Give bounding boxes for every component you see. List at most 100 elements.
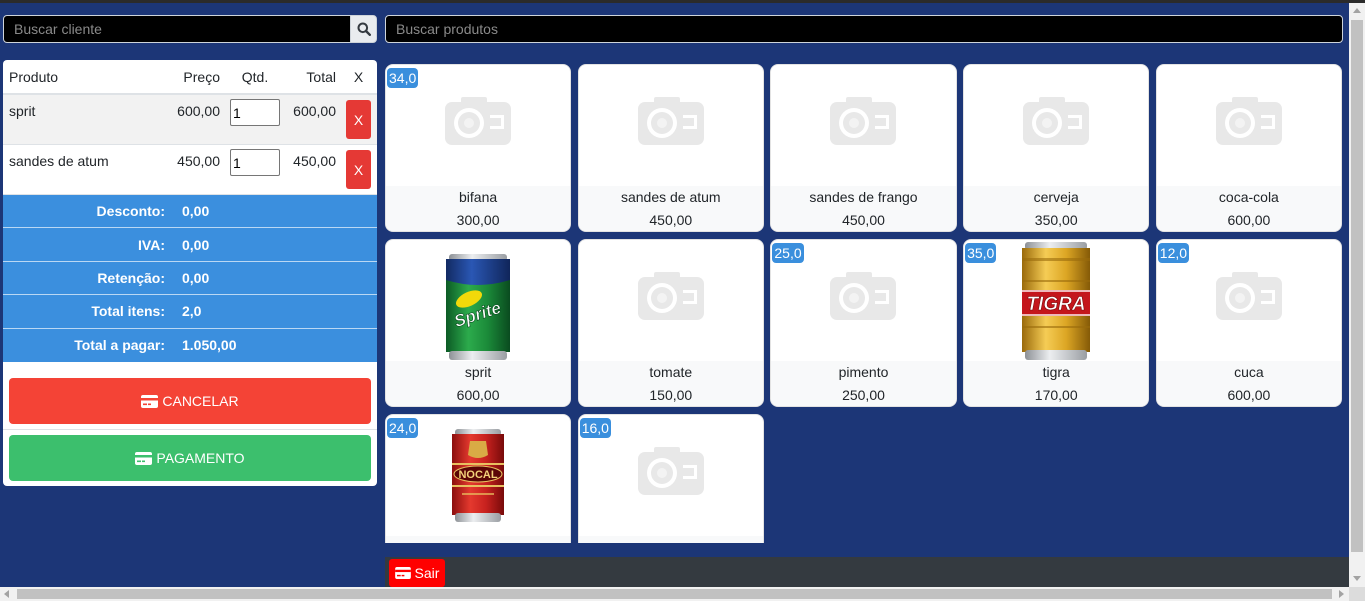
product-name: coca-cola [1218, 189, 1279, 205]
product-card[interactable]: pimento 250,00 25,0 [770, 239, 957, 407]
vertical-scroll-thumb[interactable] [1351, 20, 1363, 552]
product-price: 450,00 [842, 212, 885, 228]
horizontal-scrollbar[interactable] [0, 587, 1349, 601]
summary-value: 1.050,00 [182, 337, 237, 354]
cart-item-price: 450,00 [177, 153, 220, 169]
product-card[interactable]: coca-cola 600,00 [1155, 64, 1342, 232]
cart-panel: Produto Preço Qtd. Total X sprit 600,00 … [3, 60, 377, 486]
cart-row: sprit 600,00 600,00 X [3, 95, 377, 145]
search-icon [357, 22, 371, 36]
product-name: tomate [649, 364, 693, 380]
remove-item-button[interactable]: X [346, 150, 371, 189]
summary-value: 0,00 [182, 269, 210, 286]
camera-placeholder-icon [445, 97, 511, 145]
product-card[interactable]: cerveja 350,00 [963, 64, 1150, 232]
credit-card-icon [394, 567, 411, 579]
credit-card-icon [141, 394, 159, 408]
camera-placeholder-icon [1216, 272, 1282, 320]
summary-label: IVA: [138, 236, 165, 253]
product-name: pimento [838, 364, 889, 380]
tigra-logo-text: TIGRA [1027, 294, 1086, 315]
product-name: bifana [459, 189, 498, 205]
product-card[interactable]: TIGRA tigra 170,00 35,0 [963, 239, 1150, 407]
client-search-button[interactable] [350, 15, 377, 43]
product-card[interactable]: sandes de frango 450,00 [770, 64, 957, 232]
cart-table-header: Produto Preço Qtd. Total X [3, 60, 377, 95]
camera-placeholder-icon [638, 447, 704, 495]
exit-button-label: Sair [414, 565, 440, 581]
product-name: cerveja [1033, 189, 1079, 205]
product-label-area [386, 536, 571, 543]
exit-button[interactable]: Sair [389, 559, 445, 587]
scroll-right-arrow-icon[interactable] [1339, 590, 1344, 598]
credit-card-icon [135, 451, 153, 465]
divider [3, 429, 377, 430]
client-search-input[interactable] [3, 15, 351, 43]
product-price: 300,00 [456, 212, 500, 228]
product-price: 170,00 [1034, 387, 1078, 403]
product-name: cuca [1234, 364, 1264, 380]
product-price: 600,00 [456, 387, 500, 403]
camera-placeholder-icon [830, 97, 896, 145]
scroll-left-arrow-icon[interactable] [4, 590, 9, 598]
summary-total-to-pay: Total a pagar: 1.050,00 [3, 329, 377, 362]
product-grid: bifana 300,00 34,0 sandes de atum 450,00 s… [385, 64, 1342, 543]
product-price: 600,00 [1227, 212, 1271, 228]
remove-item-button[interactable]: X [346, 100, 371, 139]
summary-total-items: Total itens: 2,0 [3, 295, 377, 329]
summary-retention: Retenção: 0,00 [3, 262, 377, 296]
summary-value: 0,00 [182, 236, 210, 253]
product-search-input[interactable] [385, 15, 1343, 43]
footer-bar [385, 557, 1349, 587]
product-price: 450,00 [649, 212, 693, 228]
product-card[interactable]: NOCAL 24,0 [385, 414, 572, 543]
summary-value: 2,0 [182, 303, 202, 320]
summary-discount: Desconto: 0,00 [3, 195, 377, 229]
nocal-logo-text: NOCAL [459, 469, 498, 481]
scrollbar-corner [1349, 587, 1365, 601]
product-price: 600,00 [1227, 387, 1271, 403]
vertical-scrollbar[interactable] [1349, 3, 1365, 587]
product-price: 250,00 [842, 387, 885, 403]
summary-label: Retenção: [97, 269, 165, 286]
scroll-down-arrow-icon[interactable] [1353, 576, 1361, 581]
product-card[interactable]: tomate 150,00 [577, 239, 764, 407]
product-name: tigra [1042, 364, 1070, 380]
payment-button[interactable]: PAGAMENTO [9, 435, 371, 481]
product-name: sandes de atum [620, 189, 721, 205]
product-card[interactable]: 16,0 [577, 414, 764, 543]
sprite-can-image: Sprite [446, 253, 511, 360]
header-total: Total [306, 69, 336, 85]
product-card[interactable]: cuca 600,00 12,0 [1155, 239, 1342, 407]
cart-item-name: sprit [9, 103, 36, 119]
cart-item-total: 600,00 [293, 103, 336, 119]
summary-label: Desconto: [96, 203, 165, 220]
cart-row: sandes de atum 450,00 450,00 X [3, 145, 377, 195]
cart-summary: Desconto: 0,00 IVA: 0,00 Retenção: 0,00 … [3, 195, 377, 362]
stock-badge: 12,0 [1157, 243, 1190, 263]
horizontal-scroll-thumb[interactable] [17, 589, 1332, 599]
camera-placeholder-icon [830, 272, 896, 320]
cancel-button-label: CANCELAR [162, 393, 239, 409]
product-label-area [578, 536, 763, 543]
stock-badge: 25,0 [772, 243, 804, 263]
summary-value: 0,00 [182, 203, 210, 220]
summary-label: Total itens: [91, 303, 165, 320]
product-card[interactable]: bifana 300,00 34,0 [385, 64, 572, 232]
tigra-can-image: TIGRA [1022, 241, 1091, 360]
product-card[interactable]: sandes de atum 450,00 [577, 64, 764, 232]
header-price: Preço [183, 69, 220, 85]
stock-badge: 34,0 [387, 68, 419, 88]
product-card[interactable]: Sprite sprit 600,00 [385, 239, 572, 407]
scroll-up-arrow-icon[interactable] [1353, 8, 1361, 13]
camera-placeholder-icon [638, 97, 704, 145]
quantity-input[interactable] [230, 99, 280, 126]
product-price: 350,00 [1034, 212, 1078, 228]
header-qty: Qtd. [241, 69, 269, 85]
cart-item-total: 450,00 [293, 153, 336, 169]
quantity-input[interactable] [230, 149, 280, 176]
nocal-can-image: NOCAL [452, 429, 505, 522]
cancel-button[interactable]: CANCELAR [9, 378, 371, 424]
stock-badge: 35,0 [965, 243, 997, 263]
product-name: sprit [464, 364, 492, 380]
